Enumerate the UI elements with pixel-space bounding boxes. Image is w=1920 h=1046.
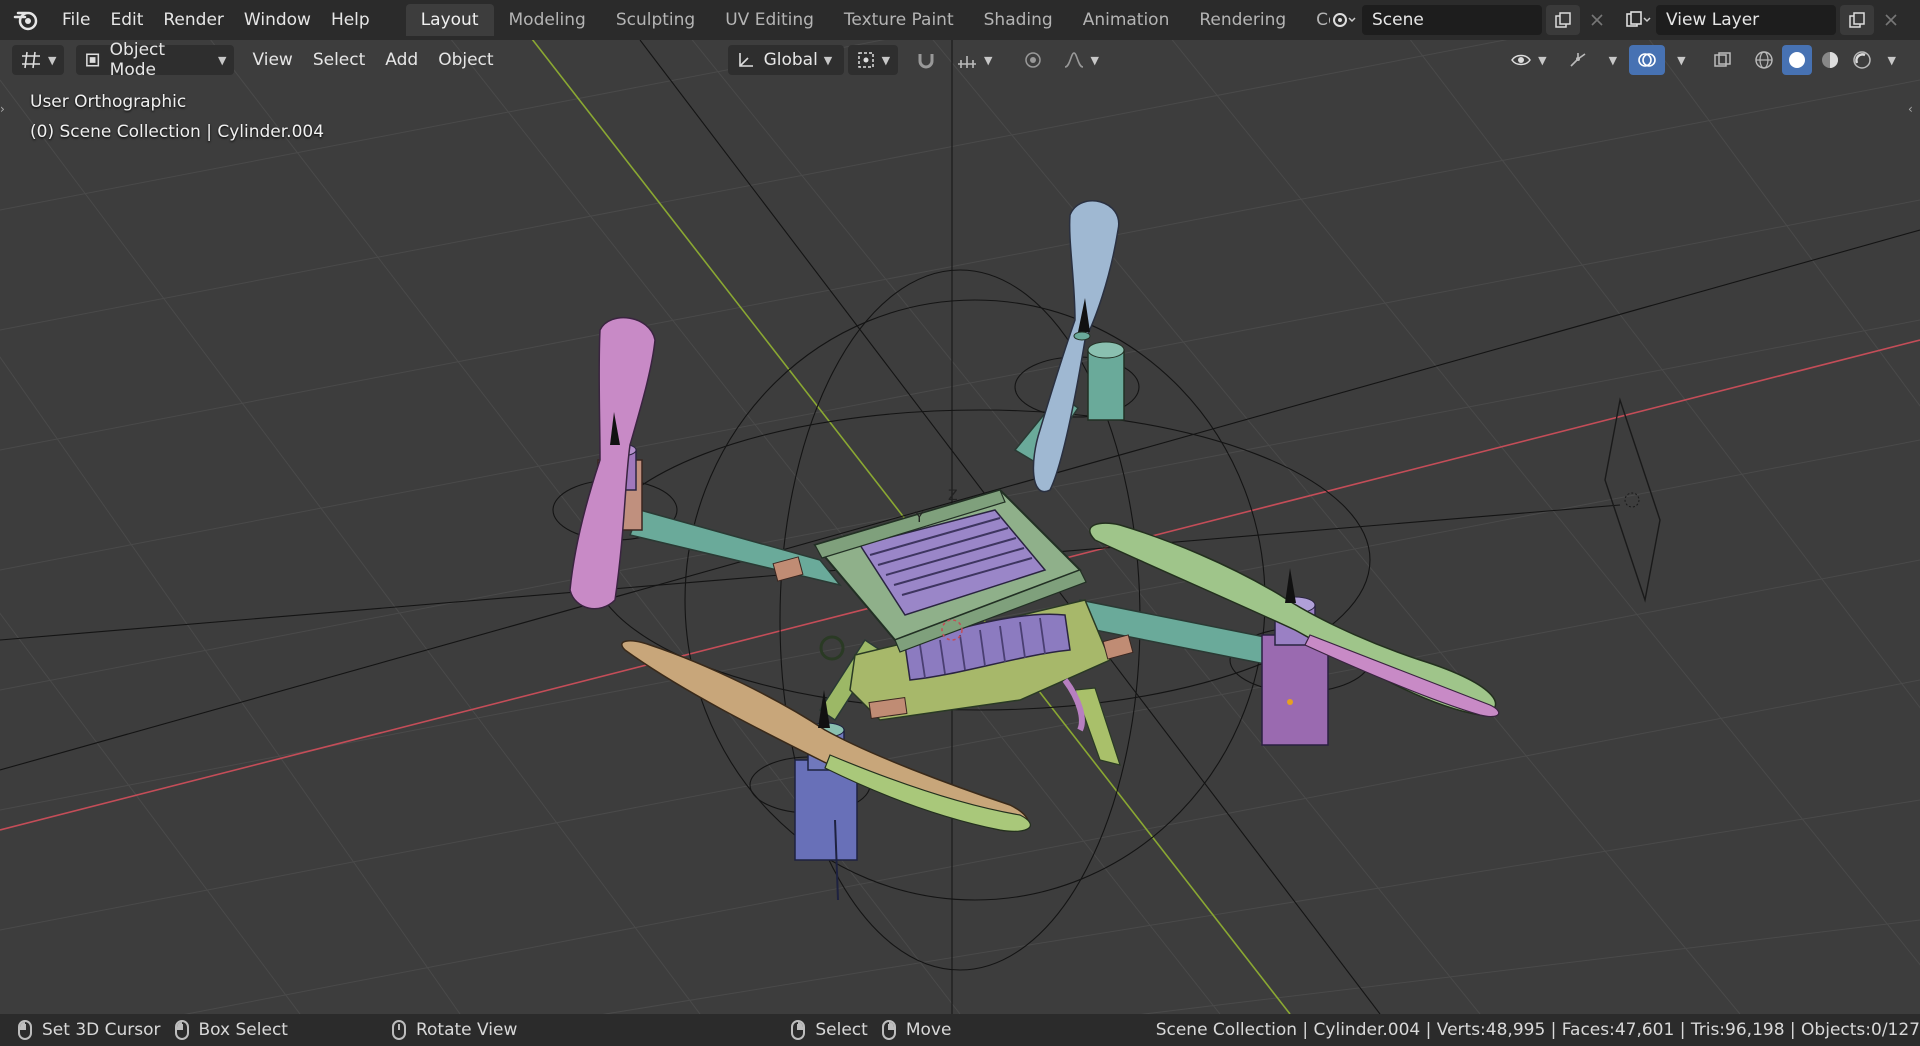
editor-type-button[interactable]: ▼	[12, 45, 65, 75]
snap-increment-icon	[958, 56, 977, 68]
rendered-sphere-icon	[1852, 51, 1871, 69]
hint-set-3d-cursor-label: Set 3D Cursor	[42, 1020, 161, 1040]
tab-compositing[interactable]: Compos	[1301, 4, 1330, 36]
drone-model[interactable]: Z Y	[569, 200, 1500, 901]
tab-shading[interactable]: Shading	[969, 4, 1068, 36]
workspace-tabs: Layout Modeling Sculpting UV Editing Tex…	[380, 0, 1330, 40]
hint-rotate-view: Rotate View	[391, 1020, 518, 1040]
remove-scene-icon[interactable]	[1580, 5, 1614, 35]
view-layer-selector: View Layer	[1622, 4, 1908, 36]
shading-options-dropdown[interactable]: ▼	[1880, 45, 1904, 75]
tab-modeling[interactable]: Modeling	[494, 4, 601, 36]
view-layer-field[interactable]: View Layer	[1656, 5, 1836, 35]
menu-help[interactable]: Help	[321, 0, 380, 40]
transform-orientation-icon	[738, 53, 753, 67]
tab-layout[interactable]: Layout	[405, 4, 494, 36]
new-scene-icon[interactable]	[1546, 5, 1580, 35]
shading-rendered-button[interactable]	[1848, 45, 1876, 75]
shading-solid-button[interactable]	[1781, 45, 1812, 75]
hint-rotate-view-label: Rotate View	[415, 1020, 518, 1040]
material-sphere-icon	[1821, 52, 1838, 68]
gizmo-dropdown[interactable]: ▼	[1601, 45, 1625, 75]
mouse-middle-icon	[391, 1020, 406, 1040]
editor-type-icon	[22, 51, 40, 69]
visibility-dropdown[interactable]: ▼	[1502, 45, 1554, 75]
orientation-dropdown[interactable]: Global ▼	[727, 45, 844, 75]
xray-icon	[1713, 52, 1731, 67]
solid-sphere-icon	[1788, 52, 1805, 68]
overlays-icon	[1638, 53, 1656, 67]
tab-animation[interactable]: Animation	[1068, 4, 1185, 36]
menu-edit[interactable]: Edit	[100, 0, 153, 40]
viewport-header: ▼ Object Mode ▼ View Select Add Object G…	[0, 40, 1920, 80]
gizmo-icon	[1570, 53, 1586, 67]
status-bar: Set 3D Cursor Box Select Rotate View Sel…	[0, 1014, 1920, 1046]
menu-render[interactable]: Render	[153, 0, 234, 40]
svg-text:Z: Z	[948, 488, 958, 504]
eye-icon	[1511, 54, 1532, 66]
wireframe-sphere-icon	[1754, 51, 1773, 69]
tab-texture-paint[interactable]: Texture Paint	[829, 4, 969, 36]
sidebar-expand-icon[interactable]: ‹	[1908, 102, 1918, 120]
mode-dropdown[interactable]: Object Mode ▼	[76, 40, 235, 80]
tab-sculpting[interactable]: Sculpting	[601, 4, 710, 36]
hint-box-select-label: Box Select	[198, 1020, 288, 1040]
snap-toggle[interactable]	[908, 45, 944, 75]
snap-target-dropdown[interactable]: ▼	[948, 45, 1000, 75]
hint-set-3d-cursor: Set 3D Cursor	[18, 1020, 161, 1040]
proportional-editing-toggle[interactable]	[1015, 45, 1051, 75]
hint-move: Move	[881, 1020, 952, 1040]
mode-label: Object Mode	[109, 40, 166, 80]
proportional-edit-icon	[1024, 52, 1041, 68]
shading-material-button[interactable]	[1816, 45, 1844, 75]
tab-rendering[interactable]: Rendering	[1184, 4, 1301, 36]
menu-add[interactable]: Add	[377, 45, 426, 75]
mouse-right-drag-icon	[881, 1020, 896, 1040]
viewport-display-controls: ▼ ▼ ▼ ▼	[1502, 45, 1908, 75]
mouse-left-icon	[18, 1020, 32, 1040]
toolbar-expand-icon[interactable]: ›	[0, 102, 10, 120]
overlays-toggle[interactable]	[1629, 45, 1666, 75]
viewport-scene: Z Y	[0, 40, 1920, 1014]
scene-browse-icon[interactable]	[1328, 5, 1362, 35]
magnet-icon	[918, 54, 934, 69]
blender-logo-icon[interactable]	[0, 0, 52, 40]
collection-info-label: (0) Scene Collection | Cylinder.004	[30, 122, 325, 142]
menu-view[interactable]: View	[244, 45, 300, 75]
view-name-label: User Orthographic	[30, 92, 187, 112]
hint-select-label: Select	[815, 1020, 868, 1040]
menu-select[interactable]: Select	[305, 45, 373, 75]
scene-selector: Scene	[1328, 4, 1614, 36]
top-bar: File Edit Render Window Help Layout Mode…	[0, 0, 1920, 40]
orientation-label: Global	[763, 50, 818, 70]
gizmo-toggle[interactable]	[1559, 45, 1597, 75]
remove-view-layer-icon[interactable]	[1874, 5, 1908, 35]
scene-name-field[interactable]: Scene	[1362, 5, 1542, 35]
menu-window[interactable]: Window	[234, 0, 321, 40]
svg-text:Y: Y	[914, 510, 924, 526]
shading-wireframe-button[interactable]	[1750, 45, 1778, 75]
new-view-layer-icon[interactable]	[1840, 5, 1874, 35]
tab-uv-editing[interactable]: UV Editing	[710, 4, 829, 36]
camera-object[interactable]	[1604, 397, 1661, 603]
object-mode-icon	[86, 53, 100, 67]
mouse-right-icon	[791, 1020, 806, 1040]
falloff-curve-icon	[1064, 52, 1083, 68]
proportional-falloff-dropdown[interactable]: ▼	[1055, 45, 1107, 75]
hint-move-label: Move	[905, 1020, 952, 1040]
menu-file[interactable]: File	[52, 0, 100, 40]
hint-box-select: Box Select	[174, 1020, 288, 1040]
overlays-dropdown[interactable]: ▼	[1669, 45, 1693, 75]
mouse-drag-icon	[174, 1020, 189, 1040]
pivot-icon	[857, 52, 874, 68]
scene-statistics: Scene Collection | Cylinder.004 | Verts:…	[1155, 1020, 1920, 1040]
view-layer-browse-icon[interactable]	[1622, 5, 1656, 35]
hint-select: Select	[791, 1020, 868, 1040]
3d-viewport[interactable]: Z Y User Orthographic (0) Scene Collecti…	[0, 40, 1920, 1014]
menu-object[interactable]: Object	[430, 45, 501, 75]
xray-toggle[interactable]	[1704, 45, 1740, 75]
pivot-point-button[interactable]: ▼	[847, 45, 899, 75]
